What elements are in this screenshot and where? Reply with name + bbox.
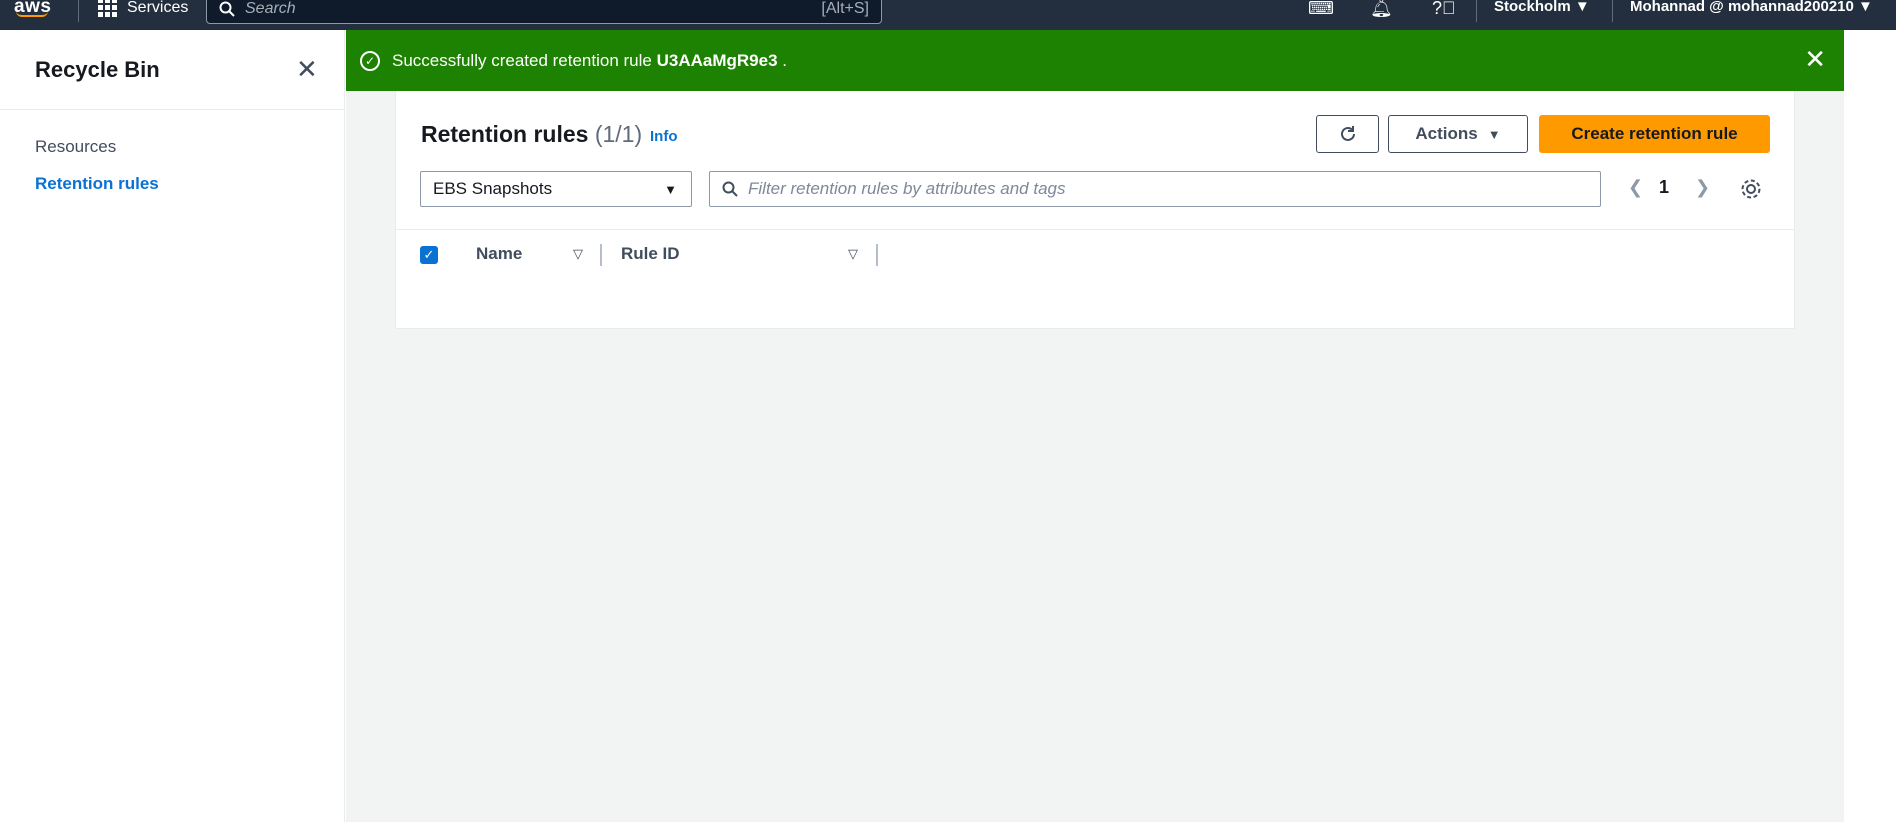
actions-label: Actions [1415,124,1478,143]
flash-message: Successfully created retention rule U3AA… [392,51,787,71]
next-page-icon[interactable]: ❯ [1695,177,1710,198]
refresh-icon [1340,126,1355,141]
services-label: Services [127,0,189,16]
sort-icon[interactable]: ▽ [573,246,583,262]
search-input[interactable]: Search [Alt+S] [206,0,882,24]
actions-button[interactable]: Actions ▼ [1388,115,1528,153]
column-divider[interactable] [876,244,878,266]
sidebar-item-resources[interactable]: Resources [35,137,116,157]
table-title-text: Retention rules [421,121,589,147]
retention-rules-table: Retention rules (1/1) Info Actions ▼ Cre… [395,91,1795,329]
flash-rule-id: U3AAaMgR9e3 [656,50,778,70]
page-number[interactable]: 1 [1659,177,1669,198]
previous-page-icon[interactable]: ❮ [1628,177,1643,198]
search-shortcut: [Alt+S] [821,0,869,17]
column-header-name[interactable]: Name [476,244,522,264]
filter-input[interactable]: Filter retention rules by attributes and… [709,171,1601,207]
refresh-button[interactable] [1316,115,1379,153]
side-navigation: Recycle Bin ✕ Resources Retention rules [0,30,345,822]
resource-type-select[interactable]: EBS Snapshots ▼ [420,171,692,207]
top-nav: aws Services Search [Alt+S] ⌨ 🔔︎ ?⃝ Stoc… [0,0,1896,30]
search-icon [722,181,738,197]
caret-down-icon: ▼ [664,182,677,197]
flash-prefix: Successfully created retention rule [392,50,652,70]
info-link[interactable]: Info [650,128,678,145]
create-retention-rule-button[interactable]: Create retention rule [1539,115,1770,153]
resource-type-value: EBS Snapshots [433,179,553,198]
table-count: (1/1) [594,121,643,147]
nav-divider [78,0,79,22]
account-menu[interactable]: Mohannad @ mohannad200210 ▼ [1630,0,1873,15]
region-selector[interactable]: Stockholm ▼ [1494,0,1590,15]
table-header: ✓ Name ▽ Rule ID ▽ [396,229,1794,279]
sort-icon[interactable]: ▽ [848,246,858,262]
close-icon[interactable]: ✕ [296,54,318,85]
success-icon: ✓ [360,50,380,71]
settings-gear-icon[interactable] [1740,178,1762,200]
services-menu[interactable]: Services [98,0,188,17]
flash-suffix: . [782,50,787,70]
search-placeholder: Search [245,0,296,17]
column-header-rule-id[interactable]: Rule ID [621,244,680,264]
cloudshell-icon[interactable]: ⌨ [1308,0,1334,19]
column-divider[interactable] [600,244,602,266]
nav-divider [1476,0,1477,22]
table-title: Retention rules (1/1) [421,121,642,148]
aws-logo-smile [16,11,48,17]
sidebar-item-retention-rules[interactable]: Retention rules [35,174,159,194]
help-icon[interactable]: ?⃝ [1432,0,1456,19]
close-icon[interactable]: ✕ [1804,44,1826,75]
filter-placeholder: Filter retention rules by attributes and… [748,179,1066,198]
sidebar-title: Recycle Bin [35,57,160,82]
caret-down-icon: ▼ [1487,126,1501,142]
nav-divider [1612,0,1613,22]
sidebar-divider [0,109,345,110]
bell-icon[interactable]: 🔔︎ [1370,0,1393,19]
select-all-checkbox[interactable]: ✓ [420,246,438,264]
search-icon [219,1,235,17]
success-flashbar: ✓ Successfully created retention rule U3… [346,30,1844,91]
grid-icon [98,0,117,17]
